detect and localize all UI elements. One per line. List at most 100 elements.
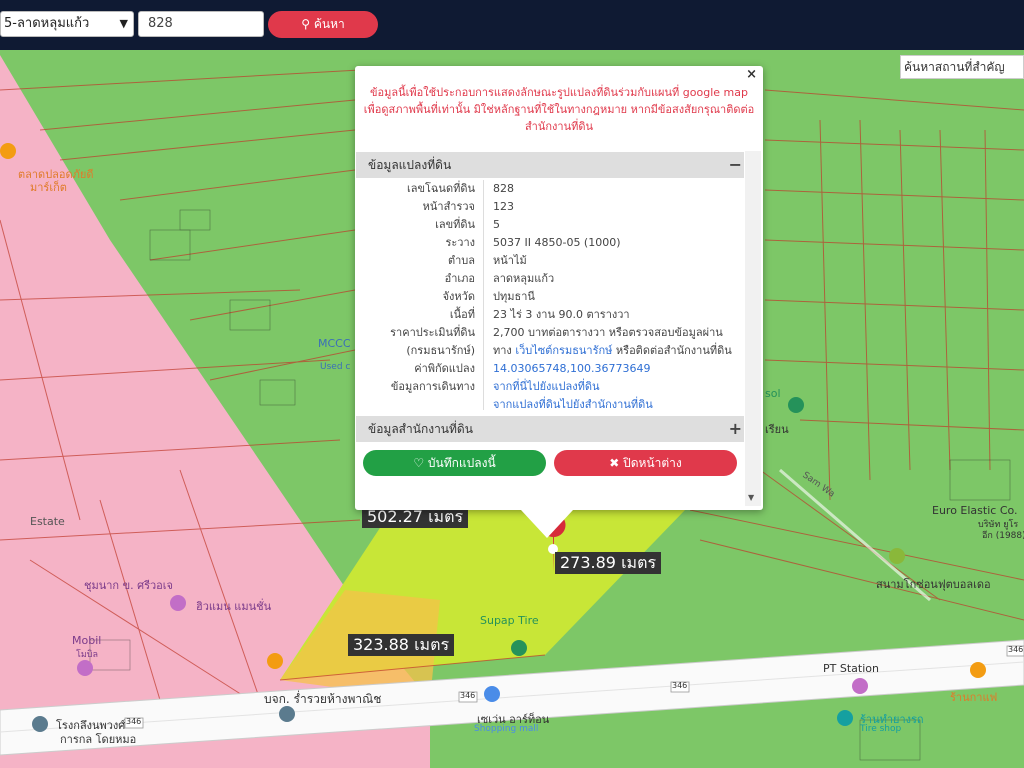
hospital-sub-label: การกล โดยหมอ <box>60 733 137 746</box>
table-row: หน้าสำรวจ 123 <box>355 198 745 216</box>
parcel-info-popup: × ข้อมูลนี้เพื่อใช้ประกอบการแสดงลักษณะรู… <box>355 66 763 538</box>
hospital-poi-icon <box>32 716 48 732</box>
sanam-label: สนามโกซ่อนฟุตบอลเดอ <box>876 578 991 591</box>
table-row: เลขโฉนดที่ดิน 828 <box>355 180 745 198</box>
row-key: หน้าสำรวจ <box>422 200 475 213</box>
directions-to-office-link[interactable]: จากแปลงที่ดินไปยังสำนักงานที่ดิน <box>493 396 653 414</box>
mobil-poi-icon <box>77 660 93 676</box>
treasury-website-link[interactable]: เว็บไซต์กรมธนารักษ์ <box>515 344 612 357</box>
row-value: 5 <box>493 218 500 231</box>
rian-label: เรียน <box>765 423 789 436</box>
row-value-text: หรือติดต่อสำนักงานที่ดิน <box>612 344 732 357</box>
mccc-label: MCCC <box>318 337 351 350</box>
route-label: 346 <box>1008 645 1024 654</box>
mobil-sub-label: โมบิล <box>76 650 98 660</box>
row-value: 123 <box>493 200 514 213</box>
search-button[interactable]: ⚲ ค้นหา <box>268 11 378 38</box>
row-key: ข้อมูลการเดินทาง <box>390 380 475 393</box>
table-row: ราคาประเมินที่ดิน 2,700 บาทต่อตารางวา หร… <box>355 324 745 342</box>
shopping-mall-label: Shopping mall <box>474 724 539 734</box>
disclaimer-note: ข้อมูลนี้เพื่อใช้ประกอบการแสดงลักษณะรูปแ… <box>363 86 755 133</box>
tire-shop-icon <box>837 710 853 726</box>
row-key: ตำบล <box>447 254 475 267</box>
talat-poi-icon <box>0 143 16 159</box>
district-select-value: 5-ลาดหลุมแก้ว <box>4 16 90 31</box>
distance-label-3: 323.88 เมตร <box>348 634 455 656</box>
land-office-section-header[interactable]: ข้อมูลสำนักงานที่ดิน + <box>356 416 744 442</box>
expand-icon[interactable]: + <box>729 416 742 442</box>
row-key: ค่าพิกัดแปลง <box>414 362 475 375</box>
chevron-down-icon: ▼ <box>119 17 128 30</box>
collapse-icon[interactable]: − <box>729 152 742 178</box>
pt-station-icon <box>852 678 868 694</box>
row-key: จังหวัด <box>442 290 475 303</box>
row-key: (กรมธนารักษ์) <box>406 344 475 357</box>
table-row: จากแปลงที่ดินไปยังสำนักงานที่ดิน <box>355 396 745 414</box>
route-label: 346 <box>126 717 142 726</box>
table-row: ค่าพิกัดแปลง 14.03065748,100.36773649 <box>355 360 745 378</box>
sol-poi-icon <box>788 397 804 413</box>
place-search-input[interactable]: ค้นหาสถานที่สำคัญ <box>900 55 1024 79</box>
cafe-label: ร้านกาแฟ <box>950 691 998 704</box>
save-parcel-label: บันทึกแปลงนี้ <box>427 456 496 470</box>
row-key: ราคาประเมินที่ดิน <box>390 326 475 339</box>
popup-tail <box>521 510 573 538</box>
parcel-info-section-title: ข้อมูลแปลงที่ดิน <box>368 158 452 172</box>
hiwaii-poi-icon <box>170 595 186 611</box>
euro-elastic-label: Euro Elastic Co. <box>932 504 1018 517</box>
row-value: ลาดหลุมแก้ว <box>493 272 555 285</box>
table-row: เลขที่ดิน 5 <box>355 216 745 234</box>
supap-tire-label: Supap Tire <box>480 614 539 627</box>
hiwaii-label: ฮิวแมน แมนชั่น <box>196 600 272 613</box>
row-key: เลขโฉนดที่ดิน <box>407 182 475 195</box>
row-key: อำเภอ <box>444 272 475 285</box>
close-icon[interactable]: × <box>746 67 757 82</box>
euro-elastic-sub2-label: อีก (1988) <box>982 531 1024 541</box>
close-window-label: ปิดหน้าต่าง <box>623 456 682 470</box>
row-value: ทาง เว็บไซต์กรมธนารักษ์ หรือติดต่อสำนักง… <box>493 342 732 360</box>
row-value: 5037 II 4850-05 (1000) <box>493 236 621 249</box>
route-label: 346 <box>672 681 688 690</box>
row-value-text: ทาง <box>493 344 512 357</box>
top-search-bar: 5-ลาดหลุมแก้ว ▼ 828 ⚲ ค้นหา <box>0 0 1024 50</box>
tire-shop-sub-label: Tire shop <box>860 724 902 734</box>
parcel-info-section-header[interactable]: ข้อมูลแปลงที่ดิน − <box>356 152 744 178</box>
row-key: เลขที่ดิน <box>435 218 475 231</box>
table-row: ระวาง 5037 II 4850-05 (1000) <box>355 234 745 252</box>
sol-label: sol <box>765 387 781 400</box>
sum-nag-label: ชุมนาก ข. ศรีวอเจ <box>84 579 173 592</box>
table-row: เนื้อที่ 23 ไร่ 3 งาน 90.0 ตารางวา <box>355 306 745 324</box>
directions-to-parcel-link[interactable]: จากที่นี่ไปยังแปลงที่ดิน <box>493 378 599 396</box>
popup-scrollbar[interactable]: ▼ <box>745 151 761 506</box>
table-row: ตำบล หน้าไม้ <box>355 252 745 270</box>
row-key: ระวาง <box>445 236 475 249</box>
estate-label: Estate <box>30 515 65 528</box>
row-key: เนื้อที่ <box>449 308 475 321</box>
close-icon: ✖ <box>609 456 620 470</box>
road-name-label: บจก. ร่ำรวยห้างพาณิช <box>264 692 382 706</box>
used-c-label: Used c <box>320 362 351 372</box>
food-poi-icon <box>267 653 283 669</box>
scroll-down-icon[interactable]: ▼ <box>748 493 754 502</box>
save-parcel-button[interactable]: ♡ บันทึกแปลงนี้ <box>363 450 546 476</box>
row-value: หน้าไม้ <box>493 254 527 267</box>
row-value: 828 <box>493 182 514 195</box>
distance-label-2: 273.89 เมตร <box>555 552 662 574</box>
route-label: 346 <box>460 691 476 700</box>
district-select[interactable]: 5-ลาดหลุมแก้ว ▼ <box>0 11 134 37</box>
cafe-poi-icon <box>970 662 986 678</box>
table-row: (กรมธนารักษ์) ทาง เว็บไซต์กรมธนารักษ์ หร… <box>355 342 745 360</box>
table-row: ข้อมูลการเดินทาง จากที่นี่ไปยังแปลงที่ดิ… <box>355 378 745 396</box>
land-office-section-title: ข้อมูลสำนักงานที่ดิน <box>368 422 473 436</box>
search-icon: ⚲ <box>301 17 311 31</box>
mobil-label: Mobil <box>72 634 102 647</box>
row-value: 2,700 บาทต่อตารางวา หรือตรวจสอบข้อมูลผ่า… <box>493 326 723 339</box>
table-row: จังหวัด ปทุมธานี <box>355 288 745 306</box>
parcel-number-input[interactable]: 828 <box>138 11 264 37</box>
row-value: 23 ไร่ 3 งาน 90.0 ตารางวา <box>493 308 630 321</box>
search-button-label: ค้นหา <box>313 17 345 31</box>
coordinates-link[interactable]: 14.03065748,100.36773649 <box>493 360 650 378</box>
shopping-poi-icon <box>484 686 500 702</box>
close-window-button[interactable]: ✖ ปิดหน้าต่าง <box>554 450 737 476</box>
sanam-poi-icon <box>889 548 905 564</box>
